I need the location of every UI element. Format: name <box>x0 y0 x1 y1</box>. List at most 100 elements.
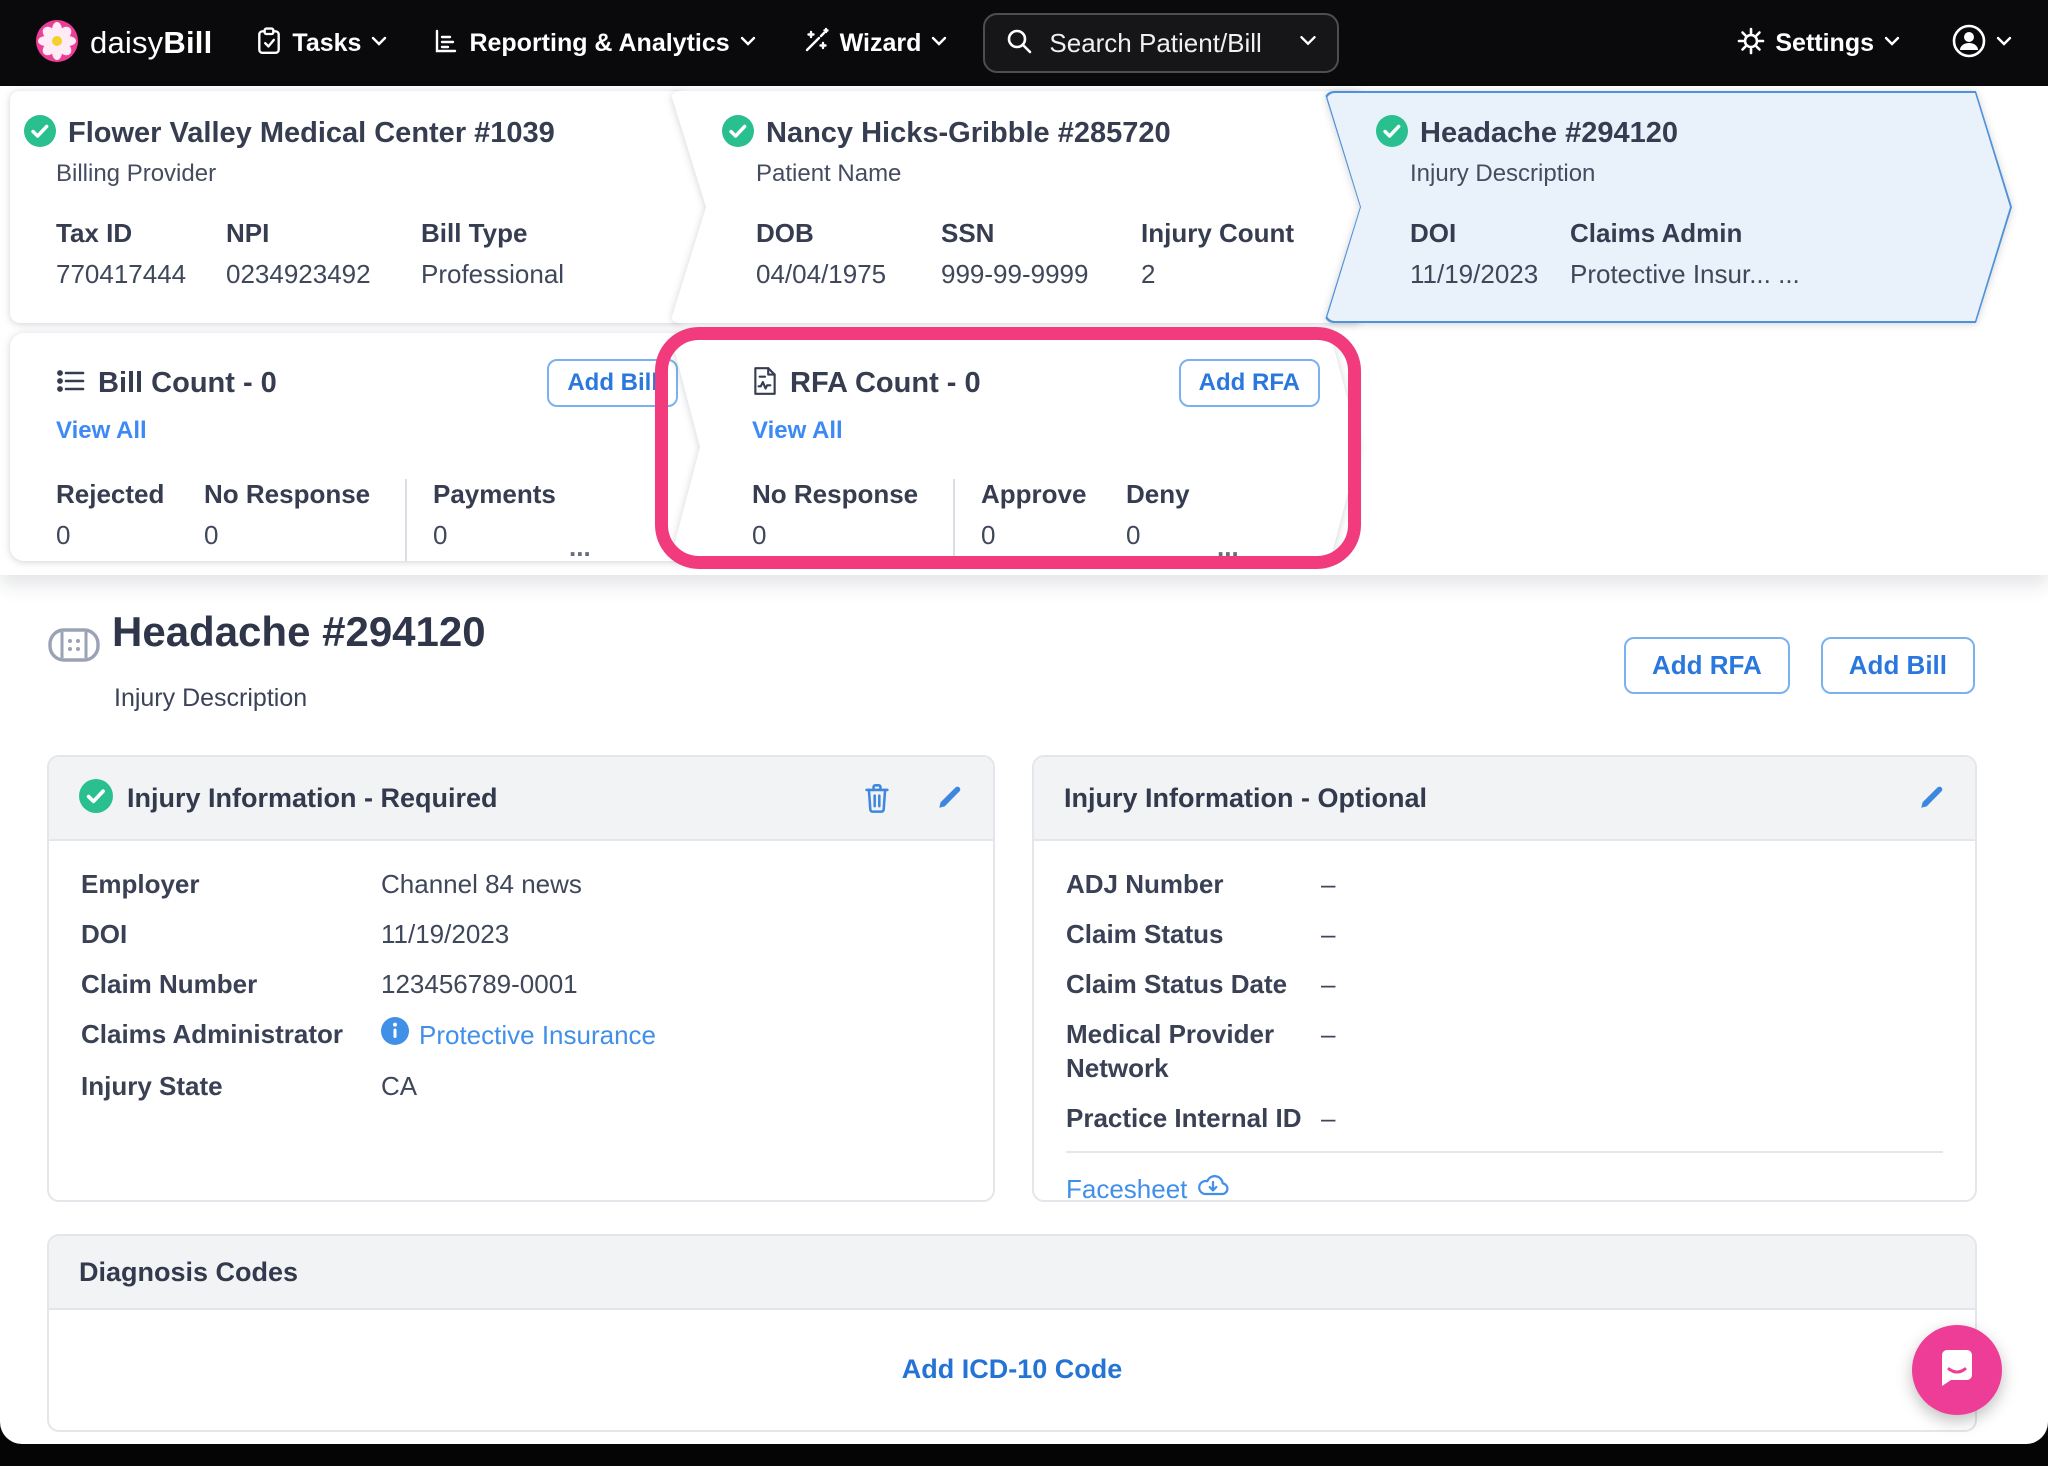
field-ssn: SSN999-99-9999 <box>941 218 1141 290</box>
field-injury-count: Injury Count2 <box>1141 218 1294 290</box>
breadcrumb-title: Nancy Hicks-Gribble #285720 <box>766 117 1171 150</box>
cloud-download-icon <box>1197 1173 1229 1206</box>
app-window: daisyBill Tasks Reporting & Analytics <box>0 0 2048 1444</box>
stat-no-response: No Response0 <box>204 479 379 567</box>
nav-item-reporting[interactable]: Reporting & Analytics <box>433 28 755 59</box>
field-bill-type: Bill TypeProfessional <box>421 218 564 290</box>
bill-list-icon <box>56 367 86 400</box>
breadcrumb-title: Headache #294120 <box>1420 117 1678 150</box>
breadcrumb-subtitle: Billing Provider <box>10 160 716 188</box>
chevron-down-icon <box>1884 34 1900 52</box>
facesheet-label: Facesheet <box>1066 1174 1187 1205</box>
chevron-down-icon <box>1299 34 1317 52</box>
stat-no-response: No Response0 <box>752 479 927 567</box>
chevron-down-icon <box>1996 34 2012 52</box>
search-placeholder: Search Patient/Bill <box>1049 28 1283 59</box>
nav-item-wizard[interactable]: Wizard <box>802 27 948 60</box>
divider <box>1066 1151 1943 1153</box>
claims-admin-link[interactable]: Protective Insurance <box>419 1018 656 1052</box>
info-row-medical-provider-network: Medical Provider Network– <box>1066 1017 1626 1085</box>
context-band: Flower Valley Medical Center #1039 Billi… <box>0 86 2048 575</box>
tasks-clipboard-icon <box>256 27 282 60</box>
add-bill-button[interactable]: Add Bill <box>1821 637 1975 694</box>
add-bill-button[interactable]: Add Bill <box>547 359 678 407</box>
rfa-view-all-link[interactable]: View All <box>752 417 843 445</box>
wizard-wand-icon <box>802 27 830 60</box>
edit-pencil-icon[interactable] <box>1917 784 1945 812</box>
chevron-down-icon <box>931 34 947 52</box>
brand-name: daisyBill <box>90 25 212 61</box>
stat-rejected: Rejected0 <box>56 479 204 567</box>
breadcrumb-billing-provider[interactable]: Flower Valley Medical Center #1039 Billi… <box>10 91 716 323</box>
check-circle-icon <box>24 115 56 152</box>
chevron-down-icon <box>740 34 756 52</box>
add-icd10-code-link[interactable]: Add ICD-10 Code <box>902 1354 1123 1385</box>
injury-bandage-icon <box>48 628 100 667</box>
bill-more-link[interactable]: ... <box>569 532 591 567</box>
field-claims-admin: Claims AdminProtective Insur... ... <box>1570 218 1800 290</box>
search-icon <box>1005 27 1033 60</box>
chat-launcher-button[interactable] <box>1912 1325 2002 1415</box>
settings-menu[interactable]: Settings <box>1737 27 1900 60</box>
breadcrumb-subtitle: Patient Name <box>670 160 1394 188</box>
info-row-employer: EmployerChannel 84 news <box>81 867 961 901</box>
card-title: Diagnosis Codes <box>79 1257 298 1288</box>
diagnosis-codes-card: Diagnosis Codes Add ICD-10 Code <box>47 1234 1977 1432</box>
bill-count-title: Bill Count - 0 <box>98 367 277 400</box>
page-actions: Add RFA Add Bill <box>1624 637 1975 694</box>
delete-trash-icon[interactable] <box>863 783 891 813</box>
divider <box>405 479 407 567</box>
reporting-chart-icon <box>433 28 459 59</box>
breadcrumb-injury-active[interactable]: Headache #294120 Injury Description DOI1… <box>1324 91 2012 323</box>
breadcrumb-patient[interactable]: Nancy Hicks-Gribble #285720 Patient Name… <box>670 91 1394 323</box>
bill-view-all-link[interactable]: View All <box>56 417 147 445</box>
brand-logo[interactable]: daisyBill <box>36 20 212 67</box>
info-row-adj-number: ADJ Number– <box>1066 867 1943 901</box>
info-icon[interactable] <box>381 1017 409 1053</box>
nav-item-tasks[interactable]: Tasks <box>256 27 387 60</box>
gear-icon <box>1737 27 1765 60</box>
info-row-injury-state: Injury StateCA <box>81 1069 961 1103</box>
field-tax-id: Tax ID770417444 <box>56 218 226 290</box>
injury-info-optional-card: Injury Information - Optional ADJ Number… <box>1032 755 1977 1202</box>
info-row-doi: DOI11/19/2023 <box>81 917 961 951</box>
add-rfa-button[interactable]: Add RFA <box>1179 359 1320 407</box>
app-screen: daisyBill Tasks Reporting & Analytics <box>0 0 2048 1466</box>
card-title: Injury Information - Optional <box>1064 783 1427 814</box>
search-patient-bill-input[interactable]: Search Patient/Bill <box>983 13 1339 73</box>
rfa-more-link[interactable]: ... <box>1217 532 1239 567</box>
edit-pencil-icon[interactable] <box>935 784 963 812</box>
chat-bubble-icon <box>1934 1345 1980 1396</box>
field-npi: NPI0234923492 <box>226 218 421 290</box>
top-nav: daisyBill Tasks Reporting & Analytics <box>0 0 2048 86</box>
field-doi: DOI11/19/2023 <box>1410 218 1570 290</box>
daisy-flower-icon <box>36 20 78 67</box>
info-row-claims-administrator: Claims Administrator Protective Insuranc… <box>81 1017 961 1053</box>
facesheet-download-link[interactable]: Facesheet <box>1066 1173 1943 1206</box>
nav-item-label: Tasks <box>292 29 361 58</box>
nav-item-label: Reporting & Analytics <box>469 29 729 58</box>
card-title: Injury Information - Required <box>127 783 498 814</box>
divider <box>953 479 955 567</box>
stat-approve: Approve0 <box>981 479 1126 567</box>
injury-info-required-card: Injury Information - Required EmployerCh… <box>47 755 995 1202</box>
info-row-claim-status-date: Claim Status Date– <box>1066 967 1943 1001</box>
stat-deny: Deny0 <box>1126 479 1201 567</box>
user-avatar-icon <box>1952 24 1986 63</box>
rfa-document-icon <box>752 366 778 401</box>
bill-count-card: Bill Count - 0 Add Bill View All Rejecte… <box>10 333 718 561</box>
info-row-practice-internal-id: Practice Internal ID– <box>1066 1101 1943 1135</box>
field-dob: DOB04/04/1975 <box>756 218 941 290</box>
breadcrumb-title: Flower Valley Medical Center #1039 <box>68 117 555 150</box>
stat-payments: Payments0 <box>433 479 553 567</box>
nav-menu: Tasks Reporting & Analytics Wizard <box>256 27 947 60</box>
add-rfa-button[interactable]: Add RFA <box>1624 637 1790 694</box>
profile-menu[interactable] <box>1952 24 2012 63</box>
breadcrumb-subtitle: Injury Description <box>1324 160 2012 188</box>
card-header: Injury Information - Required <box>49 757 993 841</box>
page-subtitle: Injury Description <box>114 684 307 713</box>
info-row-claim-status: Claim Status– <box>1066 917 1943 951</box>
rfa-count-title: RFA Count - 0 <box>790 367 981 400</box>
check-circle-icon <box>722 115 754 152</box>
rfa-count-card: RFA Count - 0 Add RFA View All No Respon… <box>670 333 1360 561</box>
